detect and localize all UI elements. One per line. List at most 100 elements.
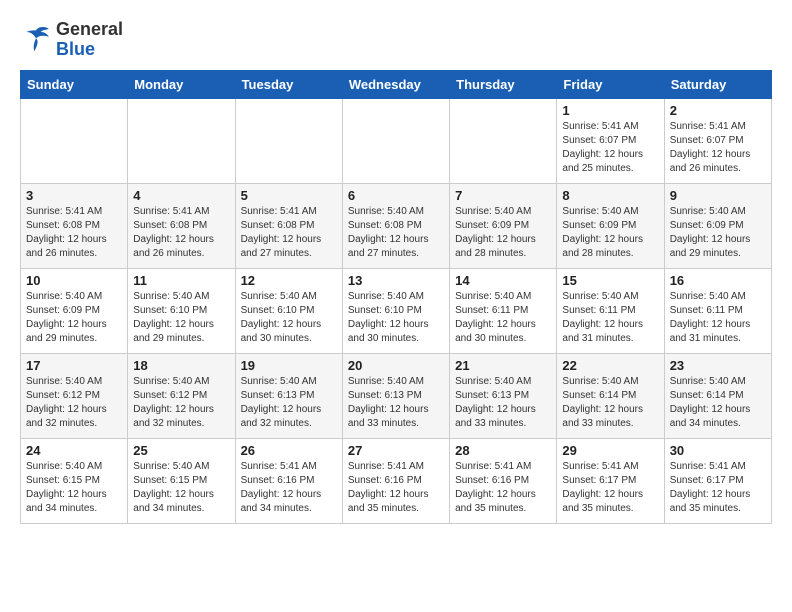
day-info: Sunrise: 5:41 AM Sunset: 6:17 PM Dayligh…: [670, 460, 766, 516]
day-info: Sunrise: 5:40 AM Sunset: 6:09 PM Dayligh…: [670, 205, 766, 261]
day-number: 30: [670, 443, 766, 458]
day-info: Sunrise: 5:41 AM Sunset: 6:08 PM Dayligh…: [26, 205, 122, 261]
day-info: Sunrise: 5:41 AM Sunset: 6:07 PM Dayligh…: [562, 120, 658, 176]
day-number: 29: [562, 443, 658, 458]
day-number: 11: [133, 273, 229, 288]
day-number: 23: [670, 358, 766, 373]
calendar-cell: 22 Sunrise: 5:40 AM Sunset: 6:14 PM Dayli…: [557, 353, 664, 438]
calendar-week-row: 3 Sunrise: 5:41 AM Sunset: 6:08 PM Daylig…: [21, 183, 772, 268]
day-info: Sunrise: 5:41 AM Sunset: 6:16 PM Dayligh…: [455, 460, 551, 516]
calendar-cell: 26Sunrise: 5:41 AM Sunset: 6:16 PM Dayli…: [235, 438, 342, 523]
calendar-cell: 6Sunrise: 5:40 AM Sunset: 6:08 PM Daylig…: [342, 183, 449, 268]
calendar-cell: 13 Sunrise: 5:40 AM Sunset: 6:10 PM Dayli…: [342, 268, 449, 353]
calendar-cell: 10 Sunrise: 5:40 AM Sunset: 6:09 PM Dayli…: [21, 268, 128, 353]
day-info: Sunrise: 5:40 AM Sunset: 6:09 PM Dayligh…: [455, 205, 551, 261]
day-number: 10: [26, 273, 122, 288]
calendar-week-row: 1Sunrise: 5:41 AM Sunset: 6:07 PM Daylig…: [21, 98, 772, 183]
calendar-cell: 16 Sunrise: 5:40 AM Sunset: 6:11 PM Dayli…: [664, 268, 771, 353]
calendar-cell: 1Sunrise: 5:41 AM Sunset: 6:07 PM Daylig…: [557, 98, 664, 183]
day-info: Sunrise: 5:40 AM Sunset: 6:15 PM Dayligh…: [26, 460, 122, 516]
day-number: 8: [562, 188, 658, 203]
calendar-cell: 28 Sunrise: 5:41 AM Sunset: 6:16 PM Dayli…: [450, 438, 557, 523]
weekday-header-sunday: Sunday: [21, 70, 128, 98]
weekday-header-row: SundayMondayTuesdayWednesdayThursdayFrid…: [21, 70, 772, 98]
logo-icon: [20, 24, 52, 56]
calendar-cell: [235, 98, 342, 183]
day-number: 26: [241, 443, 337, 458]
day-info: Sunrise: 5:41 AM Sunset: 6:07 PM Dayligh…: [670, 120, 766, 176]
calendar-cell: 15 Sunrise: 5:40 AM Sunset: 6:11 PM Dayli…: [557, 268, 664, 353]
calendar-cell: 30 Sunrise: 5:41 AM Sunset: 6:17 PM Dayli…: [664, 438, 771, 523]
day-info: Sunrise: 5:41 AM Sunset: 6:08 PM Dayligh…: [241, 205, 337, 261]
day-info: Sunrise: 5:40 AM Sunset: 6:11 PM Dayligh…: [455, 290, 551, 346]
calendar-cell: 4 Sunrise: 5:41 AM Sunset: 6:08 PM Daylig…: [128, 183, 235, 268]
calendar-cell: 25 Sunrise: 5:40 AM Sunset: 6:15 PM Dayli…: [128, 438, 235, 523]
calendar-cell: 21 Sunrise: 5:40 AM Sunset: 6:13 PM Dayli…: [450, 353, 557, 438]
calendar-cell: 23 Sunrise: 5:40 AM Sunset: 6:14 PM Dayli…: [664, 353, 771, 438]
day-info: Sunrise: 5:40 AM Sunset: 6:13 PM Dayligh…: [348, 375, 444, 431]
day-info: Sunrise: 5:41 AM Sunset: 6:17 PM Dayligh…: [562, 460, 658, 516]
calendar-cell: [128, 98, 235, 183]
calendar-cell: 3 Sunrise: 5:41 AM Sunset: 6:08 PM Daylig…: [21, 183, 128, 268]
day-info: Sunrise: 5:40 AM Sunset: 6:10 PM Dayligh…: [133, 290, 229, 346]
day-info: Sunrise: 5:40 AM Sunset: 6:11 PM Dayligh…: [670, 290, 766, 346]
calendar-week-row: 17 Sunrise: 5:40 AM Sunset: 6:12 PM Dayli…: [21, 353, 772, 438]
day-number: 24: [26, 443, 122, 458]
day-number: 28: [455, 443, 551, 458]
weekday-header-saturday: Saturday: [664, 70, 771, 98]
day-number: 2: [670, 103, 766, 118]
day-info: Sunrise: 5:40 AM Sunset: 6:11 PM Dayligh…: [562, 290, 658, 346]
day-number: 22: [562, 358, 658, 373]
day-number: 14: [455, 273, 551, 288]
day-number: 12: [241, 273, 337, 288]
calendar-table: SundayMondayTuesdayWednesdayThursdayFrid…: [20, 70, 772, 524]
calendar-cell: 14 Sunrise: 5:40 AM Sunset: 6:11 PM Dayli…: [450, 268, 557, 353]
day-number: 3: [26, 188, 122, 203]
day-number: 6: [348, 188, 444, 203]
day-number: 7: [455, 188, 551, 203]
day-info: Sunrise: 5:40 AM Sunset: 6:14 PM Dayligh…: [670, 375, 766, 431]
calendar-cell: 29 Sunrise: 5:41 AM Sunset: 6:17 PM Dayli…: [557, 438, 664, 523]
day-info: Sunrise: 5:40 AM Sunset: 6:15 PM Dayligh…: [133, 460, 229, 516]
calendar-cell: 7 Sunrise: 5:40 AM Sunset: 6:09 PM Daylig…: [450, 183, 557, 268]
day-number: 5: [241, 188, 337, 203]
day-info: Sunrise: 5:40 AM Sunset: 6:09 PM Dayligh…: [26, 290, 122, 346]
day-number: 27: [348, 443, 444, 458]
day-info: Sunrise: 5:40 AM Sunset: 6:12 PM Dayligh…: [133, 375, 229, 431]
day-number: 16: [670, 273, 766, 288]
calendar-cell: 12Sunrise: 5:40 AM Sunset: 6:10 PM Dayli…: [235, 268, 342, 353]
calendar-cell: 19 Sunrise: 5:40 AM Sunset: 6:13 PM Dayli…: [235, 353, 342, 438]
calendar-cell: 17 Sunrise: 5:40 AM Sunset: 6:12 PM Dayli…: [21, 353, 128, 438]
calendar-cell: 5 Sunrise: 5:41 AM Sunset: 6:08 PM Daylig…: [235, 183, 342, 268]
weekday-header-tuesday: Tuesday: [235, 70, 342, 98]
day-number: 17: [26, 358, 122, 373]
day-number: 21: [455, 358, 551, 373]
day-info: Sunrise: 5:41 AM Sunset: 6:08 PM Dayligh…: [133, 205, 229, 261]
day-info: Sunrise: 5:40 AM Sunset: 6:13 PM Dayligh…: [241, 375, 337, 431]
calendar-cell: 27Sunrise: 5:41 AM Sunset: 6:16 PM Dayli…: [342, 438, 449, 523]
calendar-cell: 20Sunrise: 5:40 AM Sunset: 6:13 PM Dayli…: [342, 353, 449, 438]
day-number: 9: [670, 188, 766, 203]
calendar-cell: 9 Sunrise: 5:40 AM Sunset: 6:09 PM Daylig…: [664, 183, 771, 268]
day-number: 15: [562, 273, 658, 288]
calendar-cell: [450, 98, 557, 183]
calendar-cell: 18 Sunrise: 5:40 AM Sunset: 6:12 PM Dayli…: [128, 353, 235, 438]
calendar-cell: [21, 98, 128, 183]
day-number: 19: [241, 358, 337, 373]
calendar-week-row: 10 Sunrise: 5:40 AM Sunset: 6:09 PM Dayli…: [21, 268, 772, 353]
logo: General Blue: [20, 20, 123, 60]
day-number: 13: [348, 273, 444, 288]
calendar-week-row: 24 Sunrise: 5:40 AM Sunset: 6:15 PM Dayli…: [21, 438, 772, 523]
day-info: Sunrise: 5:40 AM Sunset: 6:14 PM Dayligh…: [562, 375, 658, 431]
day-number: 18: [133, 358, 229, 373]
weekday-header-thursday: Thursday: [450, 70, 557, 98]
day-number: 4: [133, 188, 229, 203]
calendar-cell: 2 Sunrise: 5:41 AM Sunset: 6:07 PM Daylig…: [664, 98, 771, 183]
weekday-header-wednesday: Wednesday: [342, 70, 449, 98]
day-number: 25: [133, 443, 229, 458]
day-info: Sunrise: 5:40 AM Sunset: 6:13 PM Dayligh…: [455, 375, 551, 431]
calendar-cell: 24 Sunrise: 5:40 AM Sunset: 6:15 PM Dayli…: [21, 438, 128, 523]
day-info: Sunrise: 5:40 AM Sunset: 6:10 PM Dayligh…: [348, 290, 444, 346]
calendar-cell: 8Sunrise: 5:40 AM Sunset: 6:09 PM Daylig…: [557, 183, 664, 268]
day-info: Sunrise: 5:40 AM Sunset: 6:12 PM Dayligh…: [26, 375, 122, 431]
